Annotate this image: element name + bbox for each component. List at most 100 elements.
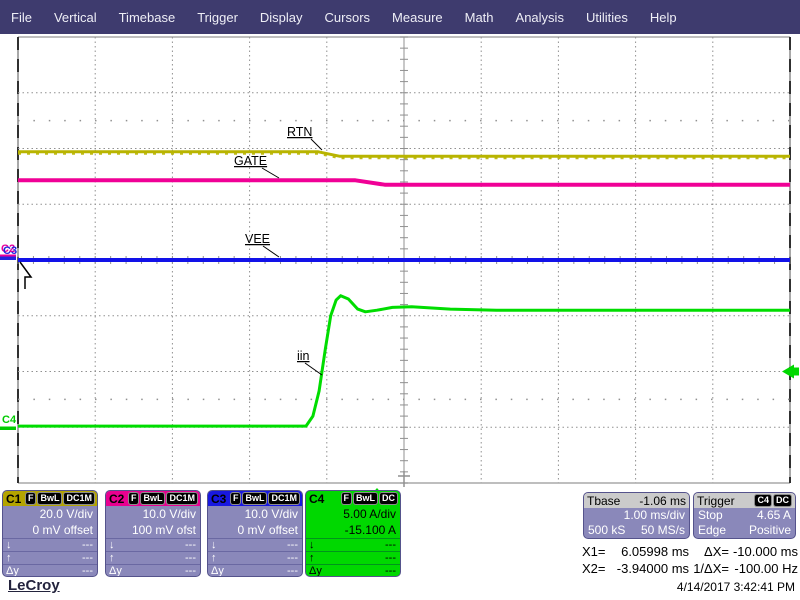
channel-scale: 10.0 V/div: [244, 507, 298, 521]
measure-row: ↓ ---: [3, 538, 97, 551]
trace-annotation-rtn: RTN: [287, 125, 312, 139]
delta-y-value: ---: [287, 565, 298, 577]
cursor-x2-value: -3.94000 ms: [616, 561, 690, 576]
trace-annotation-gate: GATE: [234, 154, 267, 168]
channel-offset: 0 mV offset: [32, 523, 93, 537]
cursor-dx-label: ΔX=: [704, 544, 729, 559]
timebase-box[interactable]: Tbase -1.06 ms 1.00 ms/div 500 kS 50 MS/…: [583, 492, 690, 539]
min-value: ---: [385, 539, 396, 551]
trigger-mode: Stop: [698, 508, 723, 522]
trigger-type-row: Edge Positive: [694, 523, 795, 538]
sample-count: 500 kS: [588, 523, 626, 537]
trigger-source-badge: C4: [754, 494, 772, 507]
channel-label: C1: [6, 491, 22, 506]
channel-offset: 100 mV ofst: [131, 523, 196, 537]
trigger-level-arrow[interactable]: [782, 364, 794, 379]
menu-file[interactable]: File: [0, 10, 43, 25]
delta-y-icon: Δy: [109, 565, 122, 577]
menu-analysis[interactable]: Analysis: [505, 10, 575, 25]
min-value: ---: [185, 539, 196, 551]
measure-row: Δy ---: [208, 564, 302, 577]
trigger-level: 4.65 A: [756, 508, 791, 522]
menu-timebase[interactable]: Timebase: [108, 10, 187, 25]
max-arrow-icon: ↑: [109, 552, 115, 564]
max-value: ---: [287, 552, 298, 564]
filter-badge: F: [340, 492, 352, 505]
trigger-title: Trigger: [697, 493, 735, 508]
filter-badge: F: [24, 492, 37, 505]
measure-row: ↓ ---: [208, 538, 302, 551]
sample-rate: 50 MS/s: [640, 523, 685, 537]
delta-y-value: ---: [185, 565, 196, 577]
channel-offset: 0 mV offset: [237, 523, 298, 537]
cursor-x2-label: X2=: [582, 561, 606, 576]
channel-label: C4: [309, 491, 325, 506]
timebase-title: Tbase: [587, 493, 621, 508]
lecroy-logo: LeCroy: [8, 577, 60, 594]
max-value: ---: [385, 552, 396, 564]
menu-trigger[interactable]: Trigger: [186, 10, 249, 25]
trigger-box[interactable]: Trigger C4 DC Stop 4.65 A Edge Positive: [693, 492, 796, 539]
min-value: ---: [82, 539, 93, 551]
channel-zero-marker-c4: [0, 426, 16, 430]
channel-box-c1[interactable]: C1 F BwL DC1M 20.0 V/div 0 mV offset ↓ -…: [2, 490, 98, 577]
menu-vertical[interactable]: Vertical: [43, 10, 108, 25]
measure-row: Δy ---: [3, 564, 97, 577]
bwlimit-badge: BwL: [37, 492, 63, 505]
trigger-header: Trigger C4 DC: [694, 493, 795, 508]
annotation-pointer-iin: [304, 362, 323, 376]
measure-row: ↑ ---: [3, 551, 97, 564]
annotation-pointer-vee: [262, 245, 280, 258]
max-value: ---: [82, 552, 93, 564]
channel-header: C4 F BwL DC: [306, 491, 400, 506]
cursor-readout: X1= 6.05998 ms ΔX= -10.000 ms X2= -3.940…: [582, 543, 798, 577]
menu-measure[interactable]: Measure: [381, 10, 454, 25]
channel-scale: 20.0 V/div: [39, 507, 93, 521]
min-arrow-icon: ↓: [211, 539, 217, 551]
channel-box-c2[interactable]: C2 F BwL DC1M 10.0 V/div 100 mV ofst ↓ -…: [105, 490, 201, 577]
menu-help[interactable]: Help: [639, 10, 688, 25]
filter-badge: F: [229, 492, 242, 505]
cursor-x1-value: 6.05998 ms: [621, 544, 690, 559]
coupling-badge: DC1M: [268, 492, 300, 505]
timebase-sampling-row: 500 kS 50 MS/s: [584, 523, 689, 538]
menu-utilities[interactable]: Utilities: [575, 10, 639, 25]
measure-row: Δy ---: [306, 564, 400, 577]
datetime: 4/14/2017 3:42:41 PM: [676, 580, 795, 594]
measure-row: ↑ ---: [106, 551, 200, 564]
trigger-mode-row: Stop 4.65 A: [694, 508, 795, 523]
delta-y-icon: Δy: [309, 565, 322, 577]
min-arrow-icon: ↓: [6, 539, 12, 551]
measure-row: ↑ ---: [208, 551, 302, 564]
marker-step-glyph: [19, 261, 33, 289]
trigger-slope: Positive: [748, 523, 791, 537]
measure-row: ↓ ---: [306, 538, 400, 551]
channel-scale: 10.0 V/div: [142, 507, 196, 521]
max-arrow-icon: ↑: [6, 552, 12, 564]
max-value: ---: [185, 552, 196, 564]
max-arrow-icon: ↑: [211, 552, 217, 564]
trigger-level-arrow-tail: [794, 367, 799, 376]
channel-header: C1 F BwL DC1M: [3, 491, 97, 506]
channel-zero-label-c4: C4: [2, 414, 17, 426]
bwlimit-badge: BwL: [242, 492, 268, 505]
max-arrow-icon: ↑: [309, 552, 315, 564]
trigger-coupling-badge: DC: [773, 494, 792, 507]
bwlimit-badge: BwL: [353, 492, 378, 505]
measure-row: ↓ ---: [106, 538, 200, 551]
menu-display[interactable]: Display: [249, 10, 314, 25]
channel-box-c3[interactable]: C3 F BwL DC1M 10.0 V/div 0 mV offset ↓ -…: [207, 490, 303, 577]
bwlimit-badge: BwL: [140, 492, 166, 505]
channel-header: C3 F BwL DC1M: [208, 491, 302, 506]
min-arrow-icon: ↓: [109, 539, 115, 551]
annotation-pointer-gate: [261, 167, 280, 179]
coupling-badge: DC1M: [63, 492, 95, 505]
menu-math[interactable]: Math: [454, 10, 505, 25]
channel-scale: 5.00 A/div: [343, 507, 396, 521]
delta-y-value: ---: [82, 565, 93, 577]
channel-label: C3: [211, 491, 227, 506]
timebase-scale: 1.00 ms/div: [623, 508, 685, 522]
menu-cursors[interactable]: Cursors: [314, 10, 382, 25]
channel-box-c4[interactable]: C4 F BwL DC 5.00 A/div -15.100 A ↓ --- ↑…: [305, 490, 401, 577]
filter-badge: F: [127, 492, 140, 505]
